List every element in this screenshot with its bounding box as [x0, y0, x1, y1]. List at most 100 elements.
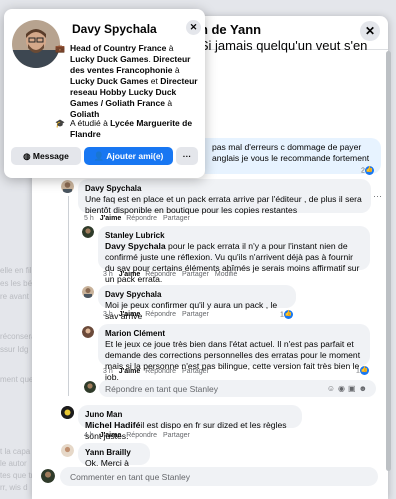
- like-button[interactable]: J'aime: [119, 368, 141, 375]
- like-icon: 👍: [359, 366, 369, 375]
- comment-time[interactable]: 3 h: [103, 368, 113, 375]
- comment-text: pas mal d'erreurs c dommage de payer: [212, 142, 362, 152]
- share-button[interactable]: Partager: [182, 271, 209, 278]
- comment-actions: 4 h J'aime Répondre Partager: [84, 432, 196, 439]
- bg-text-line: re avant: [0, 292, 29, 301]
- reply-placeholder: Répondre en tant que Stanley: [105, 384, 218, 394]
- scrollbar-thumb[interactable]: [386, 51, 391, 471]
- reaction-count[interactable]: 1👍: [356, 366, 369, 375]
- reply-button[interactable]: Répondre: [126, 432, 157, 439]
- more-options-icon[interactable]: ···: [373, 191, 382, 201]
- comment-actions: 3 h J'aime Répondre Partager: [103, 311, 215, 318]
- avatar[interactable]: [82, 226, 94, 238]
- comment-author[interactable]: Yann Brailly: [85, 447, 143, 458]
- reply-input[interactable]: Répondre en tant que Stanley ☺◉▣☻: [99, 380, 376, 397]
- comment-author[interactable]: Juno Man: [85, 409, 295, 420]
- mention-link[interactable]: Davy Spychala: [105, 241, 166, 251]
- comment-author[interactable]: Davy Spychala: [85, 183, 364, 194]
- composer-icons: ☺◉▣☻: [327, 384, 370, 393]
- reaction-count[interactable]: 1👍: [280, 310, 293, 319]
- reply-button[interactable]: Répondre: [145, 368, 176, 375]
- avatar[interactable]: [82, 286, 94, 298]
- bg-text-line: réconsera: [0, 332, 36, 341]
- comment-bubble: pas mal d'erreurs c dommage de payer ang…: [205, 138, 381, 174]
- sticker-icon[interactable]: ☻: [359, 384, 370, 393]
- graduation-cap-icon: 🎓: [55, 119, 65, 128]
- comment-author[interactable]: Stanley Lubrick: [105, 230, 363, 241]
- like-icon: 👍: [283, 310, 293, 319]
- work-at-label: à: [166, 43, 174, 53]
- comment-bubble: Juno Man Michel Hadiféil est dispo en fr…: [78, 405, 302, 441]
- study-label: A étudié à: [70, 118, 111, 128]
- bg-text-line: ssur Idg: [0, 345, 29, 354]
- avatar[interactable]: [61, 406, 74, 419]
- thread-line: [68, 196, 69, 396]
- comment-bubble: Yann Brailly Ok. Merci à vous: [78, 443, 150, 479]
- company-link[interactable]: Lucky Duck Games: [70, 76, 148, 86]
- avatar[interactable]: [82, 326, 94, 338]
- comment-bubble: Stanley Lubrick Davy Spychala pour le pa…: [98, 226, 370, 284]
- comment-text: Une faq est en place et un pack errata a…: [85, 194, 362, 215]
- share-button[interactable]: Partager: [182, 368, 209, 375]
- comment-time[interactable]: 5 h: [84, 215, 94, 222]
- comment-input[interactable]: Commenter en tant que Stanley: [60, 467, 378, 486]
- avatar[interactable]: [61, 444, 74, 457]
- profile-hover-card: Davy Spychala ✕ 💼 Head of Country France…: [4, 9, 205, 178]
- more-options-button[interactable]: ···: [176, 147, 198, 165]
- like-button[interactable]: J'aime: [119, 311, 141, 318]
- avatar: [84, 381, 96, 393]
- comment-bubble: Davy Spychala Une faq est en place et un…: [78, 179, 371, 215]
- avatar: [41, 469, 55, 483]
- bg-text-line: elle en file: [0, 266, 37, 275]
- comment-author[interactable]: Marion Clément: [105, 328, 363, 339]
- share-button[interactable]: Partager: [163, 215, 190, 222]
- comment-actions: 3 h J'aime Répondre Partager: [103, 368, 215, 375]
- share-button[interactable]: Partager: [163, 432, 190, 439]
- comment-text: Et le jeux ce joue très bien dans l'état…: [105, 339, 361, 382]
- message-button[interactable]: ◍ Message: [11, 147, 81, 165]
- add-friend-button[interactable]: 👤 Ajouter ami(e): [84, 147, 173, 165]
- smiley-icon[interactable]: ☺: [327, 384, 338, 393]
- profile-photo[interactable]: [12, 20, 60, 68]
- reply-button[interactable]: Répondre: [126, 215, 157, 222]
- reply-button[interactable]: Répondre: [145, 271, 176, 278]
- reply-button[interactable]: Répondre: [145, 311, 176, 318]
- bg-text-line: t la capa: [0, 447, 31, 456]
- bg-text-line: es les bét: [0, 279, 35, 288]
- comment-time[interactable]: 4 h: [84, 432, 94, 439]
- camera-icon[interactable]: ◉: [338, 384, 348, 393]
- bg-text-line: le autor: [0, 459, 27, 468]
- reaction-count[interactable]: 2👍: [361, 166, 374, 175]
- comment-bubble: Marion Clément Et le jeux ce joue très b…: [98, 324, 370, 382]
- add-friend-label: Ajouter ami(e): [106, 151, 164, 161]
- comment-placeholder: Commenter en tant que Stanley: [70, 472, 191, 482]
- comment-actions: 3 h J'aime Répondre Partager Modifié: [103, 271, 243, 278]
- briefcase-icon: 💼: [55, 44, 65, 53]
- message-button-label: Message: [32, 151, 69, 161]
- work-info: 💼 Head of Country France à Lucky Duck Ga…: [55, 43, 198, 119]
- profile-name[interactable]: Davy Spychala: [72, 22, 157, 36]
- like-button[interactable]: J'aime: [119, 271, 141, 278]
- comment-bubble: Davy Spychala Moi je peux confirmer qu'i…: [98, 285, 296, 321]
- bg-text-line: rr, wis d: [0, 483, 28, 492]
- scrollbar[interactable]: [384, 48, 393, 482]
- add-user-icon: 👤: [93, 151, 107, 161]
- comment-time[interactable]: 3 h: [103, 271, 113, 278]
- comment-actions: 5 h J'aime Répondre Partager: [84, 215, 196, 222]
- avatar[interactable]: [61, 180, 74, 193]
- company-link[interactable]: Lucky Duck Games: [70, 54, 148, 64]
- like-button[interactable]: J'aime: [100, 215, 122, 222]
- modified-label: Modifié: [214, 271, 238, 278]
- comment-author[interactable]: Davy Spychala: [105, 289, 289, 300]
- education-info: 🎓 A étudié à Lycée Marguerite de Flandre: [55, 118, 200, 140]
- close-icon[interactable]: ✕: [186, 20, 201, 35]
- comment-time[interactable]: 3 h: [103, 311, 113, 318]
- like-icon: 👍: [364, 166, 374, 175]
- share-button[interactable]: Partager: [182, 311, 209, 318]
- comment-text: anglais je vous le recommande fortement: [212, 153, 370, 163]
- mention-link[interactable]: Michel Hadifé: [85, 420, 140, 430]
- gif-icon[interactable]: ▣: [348, 384, 359, 393]
- messenger-icon: ◍: [23, 151, 33, 161]
- job-title: Head of Country France: [70, 43, 167, 53]
- like-button[interactable]: J'aime: [100, 432, 122, 439]
